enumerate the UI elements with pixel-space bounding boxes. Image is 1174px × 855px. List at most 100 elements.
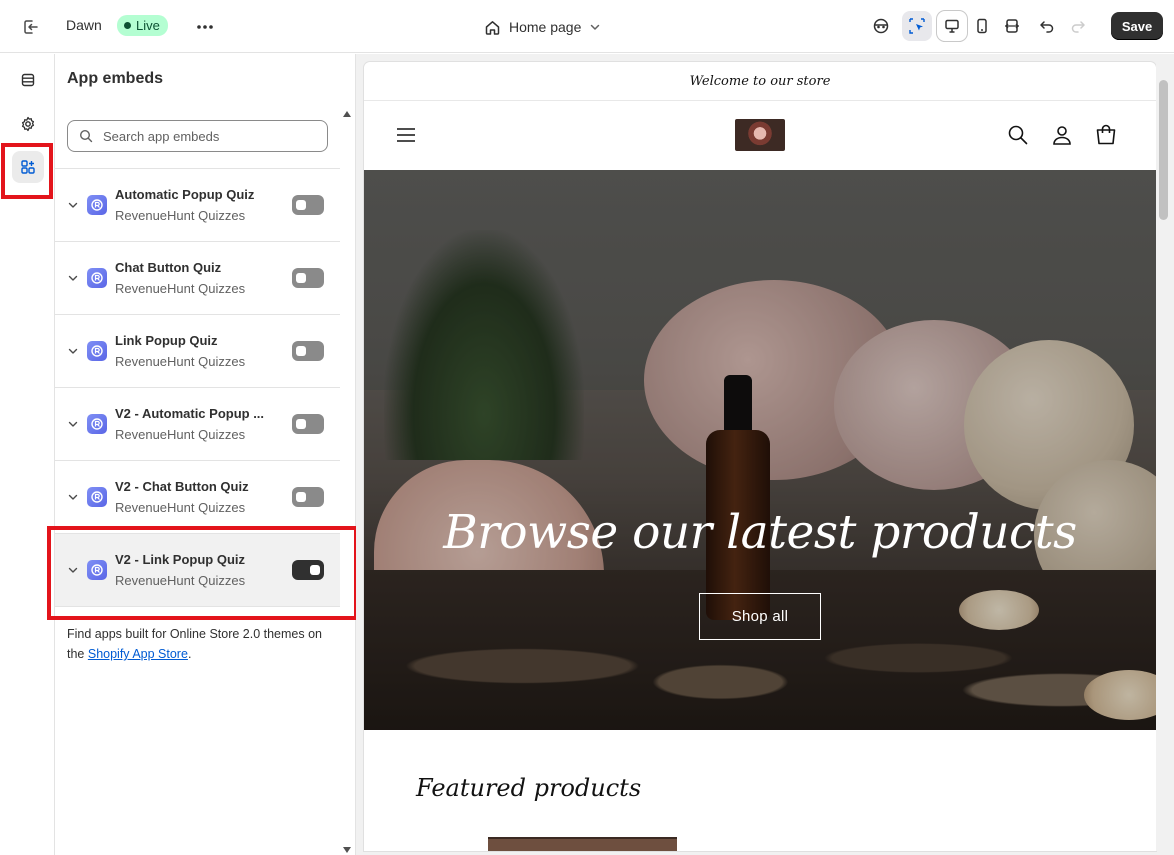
page-selector[interactable]: Home page	[484, 14, 601, 40]
store-logo[interactable]	[735, 119, 785, 151]
sidebar-item-theme-settings[interactable]	[12, 108, 44, 140]
more-actions-button[interactable]	[192, 14, 218, 40]
app-embed-row[interactable]: V2 - Link Popup Quiz RevenueHunt Quizzes	[55, 534, 340, 607]
fullscreen-view-button[interactable]	[997, 11, 1027, 41]
store-preview-frame: Welcome to our store Browse our latest p…	[364, 62, 1156, 851]
sidebar-rail	[0, 54, 55, 855]
chevron-down-icon[interactable]	[67, 564, 79, 576]
shop-all-button[interactable]: Shop all	[699, 593, 821, 640]
apps-icon	[21, 160, 35, 174]
app-embed-list: Automatic Popup Quiz RevenueHunt Quizzes…	[55, 169, 340, 607]
toggle-knob	[296, 273, 306, 283]
chevron-down-icon[interactable]	[67, 345, 79, 357]
app-embed-row[interactable]: Automatic Popup Quiz RevenueHunt Quizzes	[55, 169, 340, 242]
app-embed-name: Automatic Popup Quiz	[115, 187, 255, 202]
undo-button[interactable]	[1032, 11, 1062, 41]
toggle-knob	[296, 346, 306, 356]
undo-icon	[1040, 21, 1054, 33]
toggle-knob	[310, 565, 320, 575]
page-selector-label: Home page	[509, 19, 582, 35]
app-embed-name: Link Popup Quiz	[115, 333, 218, 348]
mobile-view-button[interactable]	[967, 11, 997, 41]
announcement-bar: Welcome to our store	[364, 62, 1156, 101]
app-embeds-panel: App embeds Automatic Popup Quiz RevenueH…	[55, 54, 356, 855]
store-header	[364, 101, 1156, 170]
top-bar: Dawn Live Home page Save	[0, 0, 1174, 53]
scrollbar-thumb[interactable]	[1159, 80, 1168, 220]
hero-heading: Browse our latest products	[443, 505, 1077, 560]
device-switcher	[937, 11, 1027, 41]
home-icon	[485, 20, 500, 35]
app-embed-row[interactable]: Link Popup Quiz RevenueHunt Quizzes	[55, 315, 340, 388]
search-icon[interactable]	[1006, 123, 1030, 147]
select-tool-button[interactable]	[902, 11, 932, 41]
save-button[interactable]: Save	[1111, 12, 1163, 40]
toggle-knob	[296, 492, 306, 502]
fullwidth-icon	[1005, 19, 1019, 33]
desktop-view-button[interactable]	[937, 11, 967, 41]
chevron-down-icon	[591, 24, 600, 30]
featured-title: Featured products	[416, 774, 642, 802]
featured-products-section: Featured products	[364, 730, 1156, 851]
app-embed-provider: RevenueHunt Quizzes	[115, 354, 246, 369]
sidebar-item-app-embeds[interactable]	[12, 151, 44, 183]
gear-icon	[21, 116, 35, 132]
live-dot-icon	[124, 22, 131, 29]
shopify-app-store-link[interactable]: Shopify App Store	[88, 647, 188, 661]
revenuehunt-icon	[87, 268, 107, 288]
app-store-note: Find apps built for Online Store 2.0 the…	[67, 624, 337, 664]
app-embed-toggle[interactable]	[292, 487, 324, 507]
live-status-badge: Live	[117, 15, 168, 36]
chevron-down-icon[interactable]	[67, 272, 79, 284]
toggle-knob	[296, 200, 306, 210]
app-embed-toggle[interactable]	[292, 414, 324, 434]
app-embed-row[interactable]: Chat Button Quiz RevenueHunt Quizzes	[55, 242, 340, 315]
revenuehunt-icon	[87, 487, 107, 507]
product-thumbnail[interactable]	[488, 837, 677, 851]
search-icon	[79, 129, 93, 143]
app-embed-row[interactable]: V2 - Automatic Popup ... RevenueHunt Qui…	[55, 388, 340, 461]
app-embed-name: V2 - Link Popup Quiz	[115, 552, 245, 567]
app-embed-row[interactable]: V2 - Chat Button Quiz RevenueHunt Quizze…	[55, 461, 340, 534]
app-store-note-end: .	[187, 647, 192, 661]
exit-button[interactable]	[18, 14, 44, 40]
app-embed-toggle[interactable]	[292, 268, 324, 288]
mask-icon	[873, 18, 889, 34]
app-embed-provider: RevenueHunt Quizzes	[115, 573, 246, 588]
revenuehunt-icon	[87, 414, 107, 434]
search-input[interactable]	[103, 128, 303, 144]
chevron-down-icon[interactable]	[67, 491, 79, 503]
preview-scrollbar[interactable]	[1156, 62, 1172, 851]
app-embed-provider: RevenueHunt Quizzes	[115, 281, 246, 296]
app-embed-toggle[interactable]	[292, 341, 324, 361]
revenuehunt-icon	[87, 341, 107, 361]
redo-icon	[1071, 21, 1085, 33]
hero-banner: Browse our latest products Shop all	[364, 170, 1156, 730]
app-embed-provider: RevenueHunt Quizzes	[115, 427, 246, 442]
app-embed-provider: RevenueHunt Quizzes	[115, 500, 246, 515]
app-embed-provider: RevenueHunt Quizzes	[115, 208, 246, 223]
desktop-icon	[945, 19, 959, 33]
search-box[interactable]	[67, 120, 328, 152]
menu-icon[interactable]	[396, 125, 416, 145]
theme-name: Dawn	[66, 17, 102, 33]
app-embed-toggle[interactable]	[292, 195, 324, 215]
panel-scrollbar[interactable]	[340, 106, 354, 855]
panel-title: App embeds	[67, 70, 164, 87]
chevron-down-icon[interactable]	[67, 199, 79, 211]
app-embed-name: Chat Button Quiz	[115, 260, 222, 275]
chevron-down-icon[interactable]	[67, 418, 79, 430]
redo-button[interactable]	[1063, 11, 1093, 41]
app-embed-name: V2 - Automatic Popup ...	[115, 406, 265, 421]
sidebar-item-sections[interactable]	[12, 64, 44, 96]
app-embed-toggle[interactable]	[292, 560, 324, 580]
toggle-knob	[296, 419, 306, 429]
cart-icon[interactable]	[1094, 123, 1118, 147]
live-label: Live	[136, 18, 160, 33]
sections-icon	[21, 73, 35, 87]
inspector-button[interactable]	[866, 11, 896, 41]
account-icon[interactable]	[1050, 123, 1074, 147]
ellipsis-icon	[197, 25, 213, 29]
exit-icon	[24, 20, 38, 34]
revenuehunt-icon	[87, 195, 107, 215]
